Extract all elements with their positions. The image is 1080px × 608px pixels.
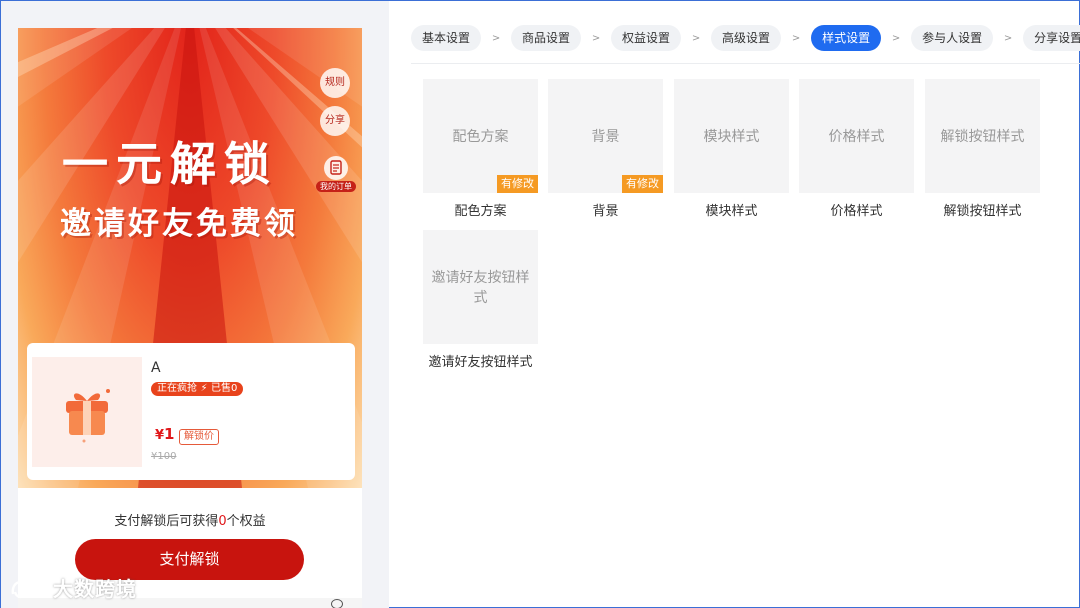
benefit-summary: 支付解锁后可获得0个权益 xyxy=(18,510,362,529)
watermark-logo: 大数跨境 xyxy=(9,573,137,602)
watermark-text: 大数跨境 xyxy=(53,577,137,601)
benefit-count: 0 xyxy=(218,514,227,529)
modified-badge: 有修改 xyxy=(622,175,663,193)
step-product[interactable]: 商品设置 xyxy=(511,25,582,51)
tile-preview-text: 背景 xyxy=(591,129,620,145)
watermark-icon xyxy=(11,579,52,598)
step-separator: > xyxy=(791,32,801,44)
price-value: 1 xyxy=(164,425,175,443)
tile-color-scheme[interactable]: 配色方案 有修改 配色方案 xyxy=(423,79,538,219)
phone-preview: 规则 分享 我的订单 一元解锁 邀请好友免费领 A 正在疯抢 ⚡ 已售0 ¥1 … xyxy=(18,28,362,608)
tile-preview: 模块样式 xyxy=(674,79,789,193)
tile-preview: 背景 有修改 xyxy=(548,79,663,193)
tile-preview-text: 价格样式 xyxy=(828,129,885,145)
step-participants[interactable]: 参与人设置 xyxy=(911,25,994,51)
tile-preview: 价格样式 xyxy=(799,79,914,193)
product-card[interactable]: A 正在疯抢 ⚡ 已售0 ¥1 解锁价 ¥100 xyxy=(27,343,355,480)
rules-button[interactable]: 规则 xyxy=(320,68,350,98)
step-separator: > xyxy=(591,32,601,44)
sold-count: 已售0 xyxy=(211,383,238,394)
tile-caption: 邀请好友按钮样式 xyxy=(428,355,533,370)
tile-price-style[interactable]: 价格样式 价格样式 xyxy=(799,79,914,219)
benefit-suffix: 个权益 xyxy=(226,514,266,529)
benefit-prefix: 支付解锁后可获得 xyxy=(114,514,219,529)
banner-subtitle: 邀请好友免费领 xyxy=(60,206,298,242)
preview-panel: 规则 分享 我的订单 一元解锁 邀请好友免费领 A 正在疯抢 ⚡ 已售0 ¥1 … xyxy=(1,1,389,608)
tile-preview-text: 配色方案 xyxy=(452,129,509,145)
tile-caption: 背景 xyxy=(592,204,619,219)
product-name: A xyxy=(151,360,161,376)
tile-preview-text: 邀请好友按钮样式 xyxy=(431,270,530,306)
zoom-icon[interactable] xyxy=(331,599,343,608)
tile-background[interactable]: 背景 有修改 背景 xyxy=(548,79,663,219)
step-benefits[interactable]: 权益设置 xyxy=(611,25,682,51)
tile-caption: 解锁按钮样式 xyxy=(943,204,1022,219)
step-separator: > xyxy=(891,32,901,44)
tile-invite-button-style[interactable]: 邀请好友按钮样式 邀请好友按钮样式 xyxy=(423,230,538,370)
product-price: ¥1 xyxy=(155,425,174,443)
original-price: ¥100 xyxy=(151,451,177,462)
step-style[interactable]: 样式设置 xyxy=(811,25,882,51)
tile-module-style[interactable]: 模块样式 模块样式 xyxy=(674,79,789,219)
hot-sale-label: 正在疯抢 xyxy=(157,383,197,394)
tile-caption: 模块样式 xyxy=(705,204,758,219)
step-advanced[interactable]: 高级设置 xyxy=(711,25,782,51)
price-symbol: ¥ xyxy=(155,428,165,443)
hot-sale-badge: 正在疯抢 ⚡ 已售0 xyxy=(151,382,244,396)
modified-badge: 有修改 xyxy=(497,175,538,193)
gift-icon xyxy=(66,389,110,443)
step-separator: > xyxy=(691,32,701,44)
tile-caption: 配色方案 xyxy=(454,204,507,219)
tile-preview: 解锁按钮样式 xyxy=(925,79,1040,193)
product-image xyxy=(32,357,142,467)
lightning-icon: ⚡ xyxy=(200,383,208,394)
tile-preview-text: 模块样式 xyxy=(703,129,760,145)
tile-preview-text: 解锁按钮样式 xyxy=(940,129,1025,145)
tile-unlock-button-style[interactable]: 解锁按钮样式 解锁按钮样式 xyxy=(925,79,1040,219)
tile-preview: 配色方案 有修改 xyxy=(423,79,538,193)
unlock-price-tag: 解锁价 xyxy=(179,429,219,445)
settings-steps: 基本设置 > 商品设置 > 权益设置 > 高级设置 > 样式设置 > 参与人设置… xyxy=(411,25,1080,51)
step-basic[interactable]: 基本设置 xyxy=(411,25,482,51)
tile-preview: 邀请好友按钮样式 xyxy=(423,230,538,344)
promo-banner: 规则 分享 我的订单 一元解锁 邀请好友免费领 A 正在疯抢 ⚡ 已售0 ¥1 … xyxy=(18,28,362,488)
step-share[interactable]: 分享设置 xyxy=(1023,25,1080,51)
tile-caption: 价格样式 xyxy=(830,204,883,219)
banner-title: 一元解锁 xyxy=(62,137,278,191)
step-separator: > xyxy=(491,32,501,44)
steps-divider xyxy=(411,63,1080,64)
step-separator: > xyxy=(1003,32,1013,44)
